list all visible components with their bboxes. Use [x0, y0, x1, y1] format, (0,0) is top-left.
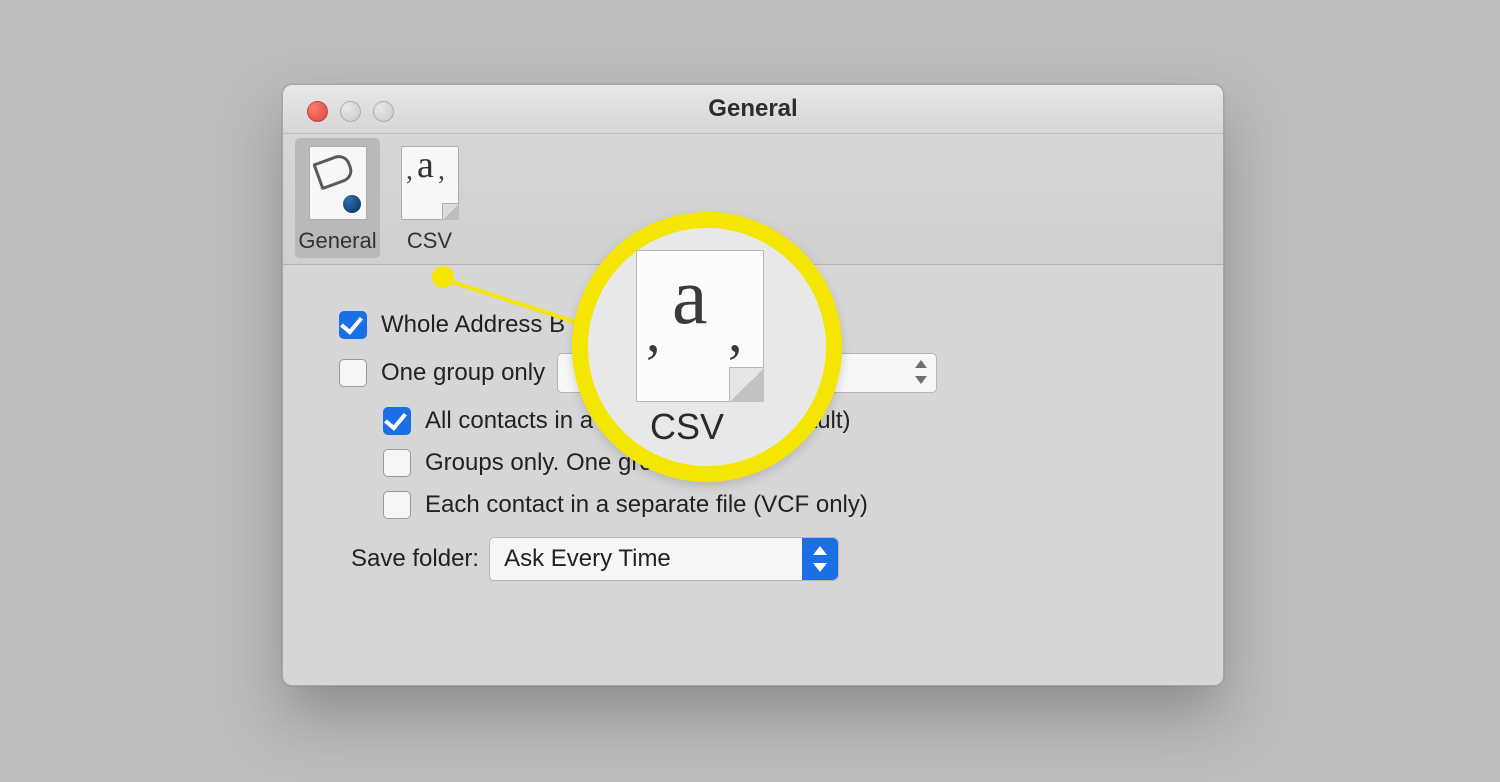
checkbox-one-group-only[interactable]	[339, 359, 367, 387]
label-all-single-file: All contacts in a single file (CSV defau…	[425, 407, 851, 435]
save-folder-select[interactable]: Ask Every Time	[489, 537, 839, 581]
titlebar: General	[283, 85, 1223, 134]
checkbox-each-separate[interactable]	[383, 491, 411, 519]
stepper-icon	[912, 358, 930, 386]
csv-pref-icon: ,a,	[401, 146, 459, 220]
option-each-separate[interactable]: Each contact in a separate file (VCF onl…	[383, 491, 1167, 519]
option-all-single-file[interactable]: All contacts in a single file (CSV defau…	[383, 407, 1167, 435]
label-one-group-only: One group only	[381, 359, 545, 387]
label-whole-address-book: Whole Address B	[381, 311, 565, 339]
tab-general[interactable]: General	[295, 138, 380, 258]
preferences-content: Whole Address B One group only All conta…	[283, 265, 1223, 581]
save-folder-row: Save folder: Ask Every Time	[351, 537, 1167, 581]
tab-csv[interactable]: ,a, CSV	[387, 138, 472, 258]
preferences-toolbar: General ,a, CSV	[283, 134, 1223, 265]
label-each-separate: Each contact in a separate file (VCF onl…	[425, 491, 868, 519]
preferences-window: General General ,a, CSV Whole Address B …	[282, 84, 1224, 686]
general-pref-icon	[309, 146, 367, 220]
option-whole-address-book[interactable]: Whole Address B	[339, 311, 1167, 339]
checkbox-all-single-file[interactable]	[383, 407, 411, 435]
save-folder-label: Save folder:	[351, 545, 479, 573]
tab-csv-label: CSV	[387, 228, 472, 254]
save-folder-value: Ask Every Time	[490, 545, 671, 573]
tab-general-label: General	[295, 228, 380, 254]
group-select[interactable]	[557, 353, 937, 393]
option-groups-only[interactable]: Groups only. One group per file	[383, 449, 1167, 477]
window-title: General	[283, 95, 1223, 123]
checkbox-whole-address-book[interactable]	[339, 311, 367, 339]
option-one-group-only[interactable]: One group only	[339, 353, 1167, 393]
label-groups-only: Groups only. One group per file	[425, 449, 758, 477]
chevron-up-down-icon	[802, 538, 838, 580]
checkbox-groups-only[interactable]	[383, 449, 411, 477]
